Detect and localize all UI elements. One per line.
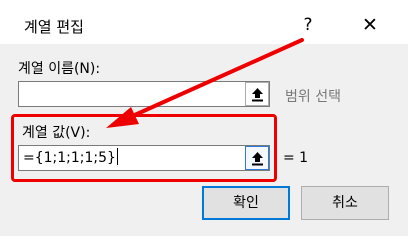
title-bar: 계열 편집 ? ✕ [0,0,408,44]
collapse-dialog-icon [252,88,263,102]
ok-button[interactable]: 확인 [202,186,290,220]
dialog-title: 계열 편집 [24,18,84,36]
help-button[interactable]: ? [292,10,324,40]
range-select-hint: 범위 선택 [285,89,341,105]
series-name-input[interactable] [18,81,270,107]
cancel-button[interactable]: 취소 [301,186,389,220]
edit-series-dialog: 계열 편집 ? ✕ 계열 이름(N): 범위 선택 계열 값(V): ={1;1… [0,0,408,236]
series-values-result: = 1 [283,150,309,166]
series-name-label: 계열 이름(N): [18,61,101,77]
series-name-range-picker-button[interactable] [245,82,269,106]
close-button[interactable]: ✕ [350,10,390,40]
series-values-highlight [11,114,277,182]
